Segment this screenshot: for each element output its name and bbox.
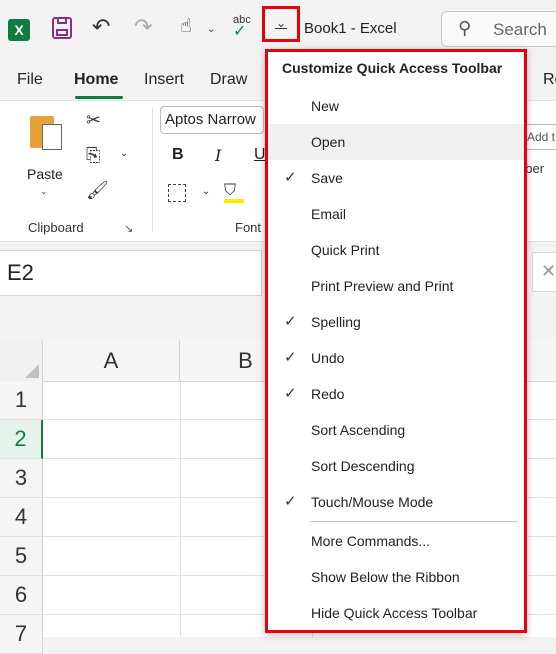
menu-item-label: Sort Descending [311,458,415,474]
menu-item-label: Touch/Mouse Mode [311,494,434,510]
menu-item-touch-mouse-mode[interactable]: ✓ Touch/Mouse Mode [268,484,524,520]
menu-item-redo[interactable]: ✓ Redo [268,376,524,412]
document-title: Book1 - Excel [304,20,397,37]
checkmark-icon: ✓ [284,493,297,510]
search-placeholder: Search [493,20,547,39]
customize-qat-button[interactable]: ⌄ [262,6,300,42]
checkmark-icon: ✓ [284,349,297,366]
menu-item-label: Sort Ascending [311,422,406,438]
name-box-value: E2 [7,260,34,285]
cut-icon[interactable]: ✂ [86,110,101,131]
menu-command-hide-quick-access-toolbar[interactable]: Hide Quick Access Toolbar [268,595,524,631]
clipboard-group-label: Clipboard [28,220,84,235]
search-box[interactable]: ⚲ Search [441,11,556,47]
copy-icon[interactable]: ⎘ [86,145,100,166]
bold-button[interactable]: B [172,146,184,164]
menu-item-label: Quick Print [311,242,380,258]
underline-button[interactable]: U [254,146,266,164]
menu-item-new[interactable]: New [268,88,524,124]
font-group-label: Font [235,220,262,235]
search-icon: ⚲ [458,18,472,38]
touch-mode-dropdown-icon[interactable]: ⌄ [207,24,215,35]
menu-item-sort-ascending[interactable]: Sort Ascending [268,412,524,448]
excel-logo-icon: X [8,19,30,41]
menu-item-save[interactable]: ✓ Save [268,160,524,196]
menu-item-label: Undo [311,350,345,366]
select-all-corner[interactable] [0,340,43,381]
paste-button-label[interactable]: Paste [27,166,63,182]
paste-dropdown-icon[interactable]: ⌄ [40,186,48,197]
row-header-3[interactable]: 3 [0,459,43,498]
grid-line [180,381,181,637]
touch-mouse-mode-icon[interactable]: ☝ [180,15,192,38]
menu-item-undo[interactable]: ✓ Undo [268,340,524,376]
row-header-7[interactable]: 7 [0,615,43,654]
tab-home[interactable]: Home [74,71,118,89]
menu-item-label: Print Preview and Print [311,278,454,294]
font-name-input[interactable]: Aptos Narrow [160,106,264,134]
tab-review-partial[interactable]: Re [543,71,556,89]
group-separator [152,108,153,232]
menu-item-label: Redo [311,386,345,402]
tab-file[interactable]: File [17,71,43,89]
checkmark-icon: ✓ [284,385,297,402]
active-tab-indicator [75,96,123,99]
menu-command-label: Hide Quick Access Toolbar [311,605,478,621]
menu-item-label: Spelling [311,314,361,330]
customize-qat-menu: Customize Quick Access Toolbar New Open ✓ S… [265,49,527,633]
tab-draw[interactable]: Draw [210,71,247,89]
format-painter-icon[interactable]: 🖌 [86,180,109,201]
spelling-icon[interactable]: abc ✓ [233,14,251,40]
paste-icon[interactable] [30,112,64,152]
row-header-4[interactable]: 4 [0,498,43,537]
menu-item-email[interactable]: Email [268,196,524,232]
menu-item-spelling[interactable]: ✓ Spelling [268,304,524,340]
menu-item-print-preview-and-print[interactable]: Print Preview and Print [268,268,524,304]
column-header-a[interactable]: A [43,340,180,381]
tab-insert[interactable]: Insert [144,71,184,89]
row-header-1[interactable]: 1 [0,381,43,420]
checkmark-icon: ✓ [284,169,297,186]
menu-item-open[interactable]: Open [268,124,524,160]
row-header-5[interactable]: 5 [0,537,43,576]
menu-title: Customize Quick Access Toolbar [282,60,503,76]
menu-item-label: Open [311,134,346,150]
menu-command-label: Show Below the Ribbon [311,569,460,585]
customize-qat-icon: ⌄ [274,16,288,30]
row-header-2[interactable]: 2 [0,420,43,459]
fill-color-bar [224,199,244,203]
copy-dropdown-icon[interactable]: ⌄ [120,148,128,159]
undo-icon[interactable]: ↶ [92,14,110,40]
menu-command-show-below-the-ribbon[interactable]: Show Below the Ribbon [268,559,524,595]
row-header-6[interactable]: 6 [0,576,43,615]
redo-icon[interactable]: ↷ [134,14,152,40]
menu-command-more-commands[interactable]: More Commands... [268,523,524,559]
borders-dropdown-icon[interactable]: ⌄ [202,186,210,197]
clipboard-launcher-icon[interactable]: ↘ [124,222,133,235]
borders-icon[interactable] [168,184,186,202]
italic-button[interactable]: I [215,146,221,165]
menu-command-label: More Commands... [311,533,431,549]
checkmark-icon: ✓ [284,313,297,330]
formula-cancel-button[interactable]: ✕ [532,252,556,292]
menu-item-quick-print[interactable]: Quick Print [268,232,524,268]
menu-item-label: Save [311,170,343,186]
menu-separator [310,521,518,522]
menu-item-label: New [311,98,340,114]
menu-item-sort-descending[interactable]: Sort Descending [268,448,524,484]
save-icon[interactable] [52,17,72,39]
name-box[interactable]: E2 [0,250,262,296]
menu-item-label: Email [311,206,347,222]
